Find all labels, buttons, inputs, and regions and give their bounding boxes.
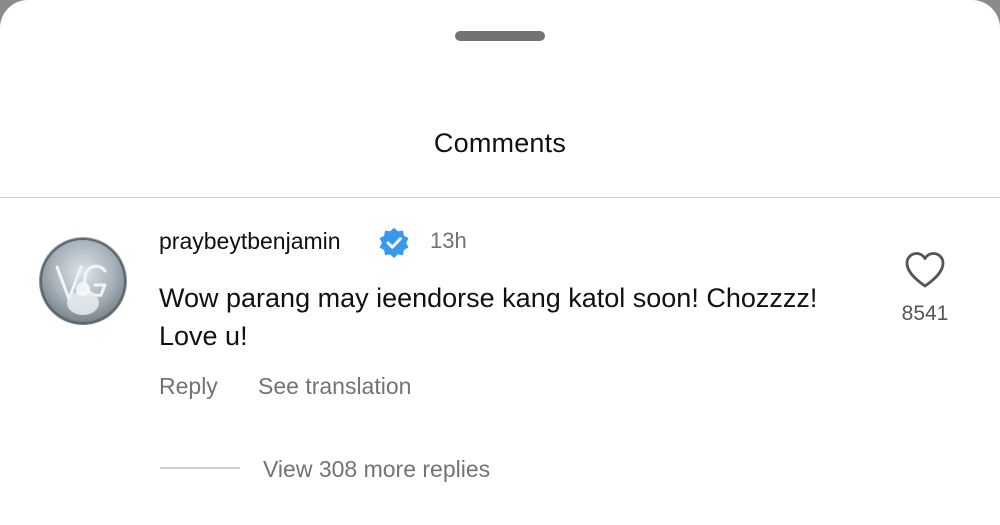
- view-more-replies-button[interactable]: View 308 more replies: [263, 456, 490, 483]
- comment-text: Wow parang may ieendorse kang katol soon…: [159, 283, 818, 351]
- avatar-image: [40, 238, 126, 324]
- like-count: 8541: [901, 302, 949, 325]
- replies-divider-line: [160, 467, 240, 469]
- comments-sheet: Comments praybeytbenjamin 13h Wow parang…: [0, 0, 1000, 525]
- comment-timestamp: 13h: [430, 228, 467, 253]
- avatar[interactable]: [39, 237, 127, 325]
- header-divider: [0, 197, 1000, 198]
- comment-username[interactable]: praybeytbenjamin: [159, 228, 341, 255]
- see-translation-button[interactable]: See translation: [258, 373, 411, 400]
- verified-badge-icon: [379, 227, 409, 258]
- reply-button[interactable]: Reply: [159, 373, 218, 400]
- sheet-title: Comments: [433, 128, 567, 158]
- heart-icon[interactable]: [904, 250, 946, 290]
- drag-handle[interactable]: [455, 31, 545, 41]
